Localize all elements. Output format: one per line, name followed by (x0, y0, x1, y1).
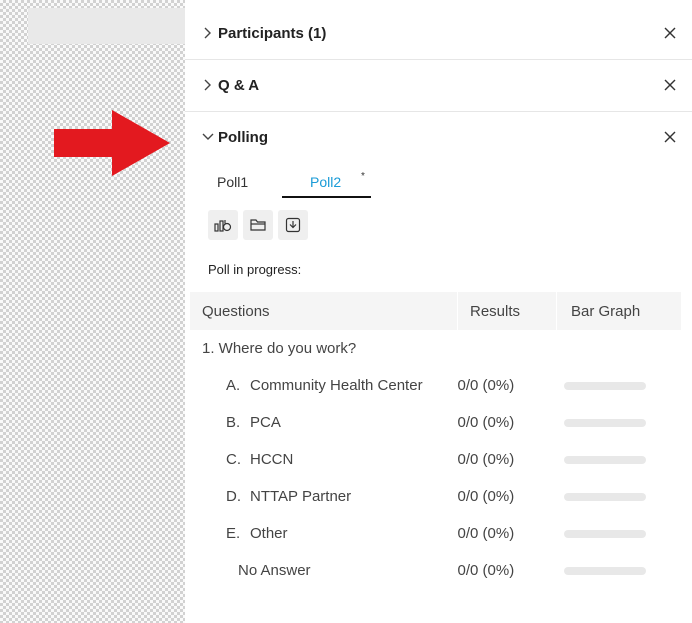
option-cell: D. NTTAP Partner (190, 478, 458, 515)
close-icon[interactable] (664, 27, 676, 39)
option-result: 0/0 (0%) (457, 414, 515, 431)
option-text: Community Health Center (250, 377, 423, 394)
option-letter: C. (226, 451, 241, 468)
option-result: 0/0 (0%) (457, 562, 515, 579)
poll-results-button[interactable] (208, 210, 238, 240)
option-cell: No Answer (190, 552, 458, 589)
option-result: 0/0 (0%) (457, 377, 515, 394)
option-result: 0/0 (0%) (457, 525, 515, 542)
side-panel: Participants (1) Q & A Polling Poll1 Pol… (185, 0, 692, 623)
table-row: E. Other 0/0 (0%) (190, 515, 682, 552)
download-button[interactable] (278, 210, 308, 240)
option-result: 0/0 (0%) (457, 451, 515, 468)
table-row: D. NTTAP Partner 0/0 (0%) (190, 478, 682, 515)
red-arrow-icon (54, 110, 170, 176)
poll-table: Questions Results Bar Graph 1. Where do … (190, 292, 682, 589)
open-folder-button[interactable] (243, 210, 273, 240)
option-cell: E. Other (190, 515, 458, 552)
results-column-header: Results (457, 292, 557, 330)
bar-graph-column-header: Bar Graph (556, 292, 682, 330)
questions-column-header: Questions (190, 292, 458, 330)
bar-cell (557, 404, 682, 441)
poll-status: Poll in progress: (208, 262, 302, 277)
table-row: B. PCA 0/0 (0%) (190, 404, 682, 441)
bar-track (563, 492, 646, 501)
close-icon[interactable] (664, 131, 676, 143)
option-text: PCA (250, 414, 281, 431)
option-letter: E. (226, 525, 241, 542)
bar-cell (557, 515, 682, 552)
option-cell: C. HCCN (190, 441, 458, 478)
bar-cell (557, 478, 682, 515)
question-row: 1. Where do you work? (190, 330, 682, 367)
table-row: C. HCCN 0/0 (0%) (190, 441, 682, 478)
chevron-right-icon (204, 27, 211, 39)
qa-header[interactable]: Q & A (185, 59, 692, 110)
bar-track (563, 566, 646, 575)
table-row: No Answer 0/0 (0%) (190, 552, 682, 589)
option-text: HCCN (250, 451, 294, 468)
active-tab-indicator (282, 196, 371, 198)
option-text: NTTAP Partner (250, 488, 352, 505)
participants-title: Participants (1) (218, 24, 327, 42)
question-text: 1. Where do you work? (202, 340, 357, 357)
qa-title: Q & A (218, 76, 260, 94)
polling-header[interactable]: Polling (185, 111, 692, 162)
option-cell: A. Community Health Center (190, 367, 458, 404)
option-letter: D. (226, 488, 241, 505)
option-letter: B. (226, 414, 241, 431)
table-header-row: Questions Results Bar Graph (190, 292, 682, 330)
close-icon[interactable] (664, 79, 676, 91)
option-letter: A. (226, 377, 241, 394)
chevron-right-icon (204, 79, 211, 91)
option-cell: B. PCA (190, 404, 458, 441)
bar-track (563, 455, 646, 464)
option-text: No Answer (238, 562, 311, 579)
bar-track (563, 529, 646, 538)
option-result: 0/0 (0%) (457, 488, 515, 505)
download-icon (285, 217, 301, 233)
folder-icon (250, 219, 266, 231)
poll-results-icon (214, 220, 232, 232)
bar-cell (557, 552, 682, 589)
table-row: A. Community Health Center 0/0 (0%) (190, 367, 682, 404)
bar-track (563, 418, 646, 427)
polling-title: Polling (218, 128, 268, 146)
tab-poll1[interactable]: Poll1 (217, 174, 248, 190)
participants-header[interactable]: Participants (1) (185, 8, 692, 58)
unsaved-marker: * (361, 171, 365, 182)
gray-bar (28, 8, 185, 44)
poll-tabs: Poll1 Poll2 * (185, 158, 692, 202)
bar-cell (557, 367, 682, 404)
tab-poll2[interactable]: Poll2 (310, 174, 341, 190)
bar-cell (557, 441, 682, 478)
option-text: Other (250, 525, 288, 542)
transparent-background (0, 0, 185, 623)
chevron-down-icon (202, 133, 214, 140)
bar-track (563, 381, 646, 390)
